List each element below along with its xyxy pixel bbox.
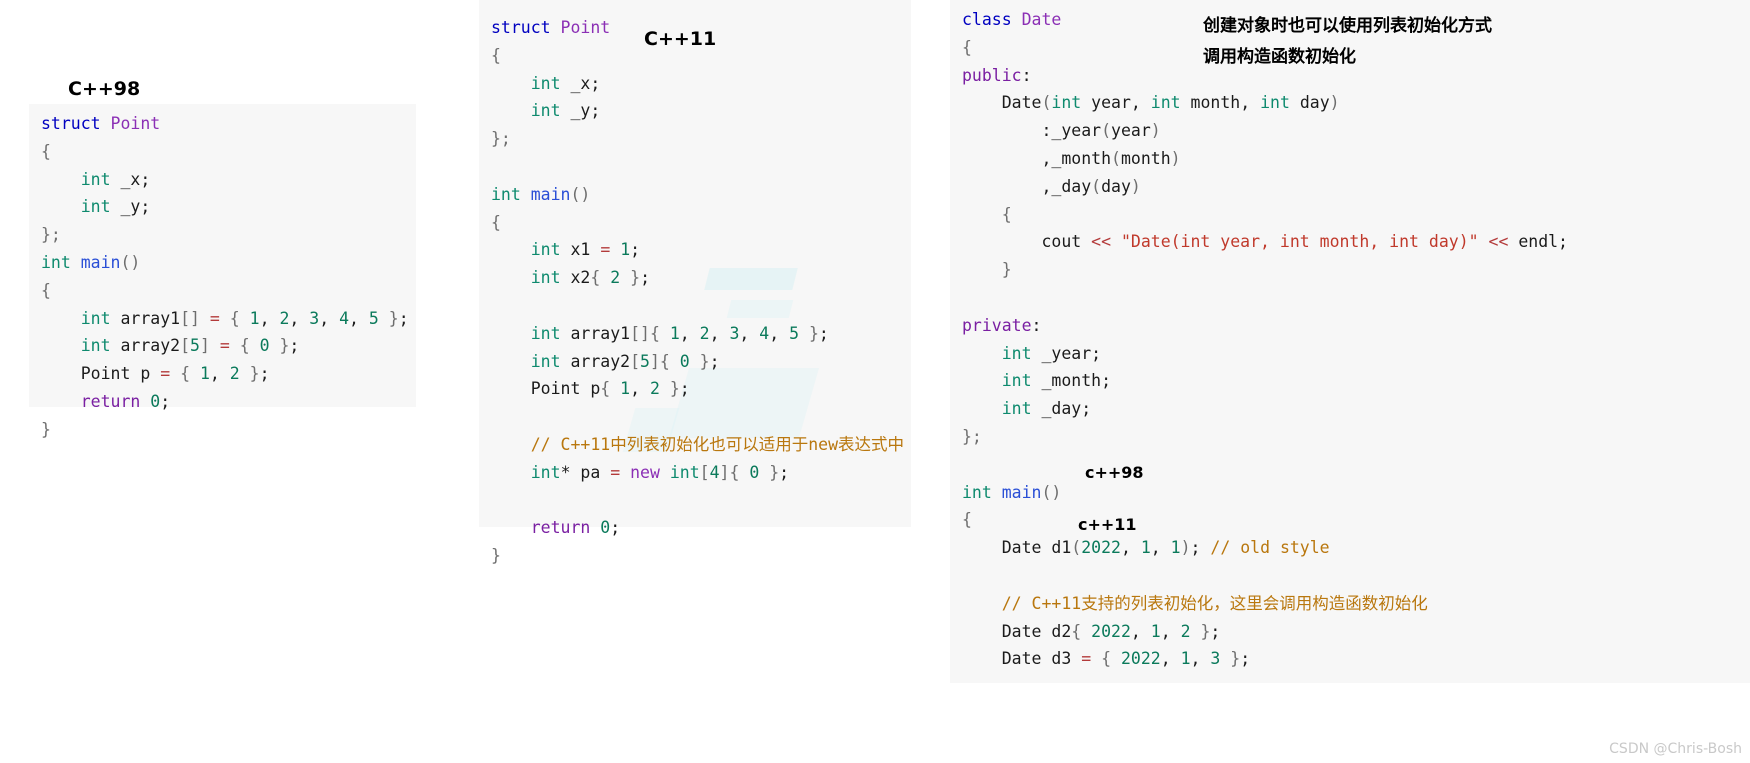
code-line: int* pa = new int[4]{ 0 }; xyxy=(530,462,790,482)
callout-cpp98-right: c++98 xyxy=(1085,463,1144,482)
code-line: Point p{ 1, 2 }; xyxy=(491,379,690,399)
code-line: int _y; xyxy=(80,197,151,217)
code-line: int _x; xyxy=(530,73,601,93)
code-line: int x2{ 2 }; xyxy=(530,268,650,288)
code-line: // C++11中列表初始化也可以适用于new表达式中 xyxy=(491,434,905,454)
code-line: Date(int year, int month, int day) xyxy=(962,93,1340,113)
code-panel-cpp11: struct Point{ int _x; int _y;}; int main… xyxy=(479,0,911,565)
code-line: int main() xyxy=(41,252,141,272)
code-line: { xyxy=(41,141,51,161)
code-line: { xyxy=(491,212,501,232)
code-line: int _x; xyxy=(80,169,151,189)
code-line: return 0; xyxy=(80,391,171,411)
code-line: :_year(year) xyxy=(962,121,1161,141)
code-panel-date-class: class Date{public: Date(int year, int mo… xyxy=(950,0,1750,683)
code-line: int _month; xyxy=(1001,371,1112,391)
code-block-cpp98: struct Point { int _x; int _y;}; int main(… xyxy=(29,104,416,444)
code-line: int array1[]{ 1, 2, 3, 4, 5 }; xyxy=(530,323,829,343)
annotation-right-line1: 创建对象时也可以使用列表初始化方式 xyxy=(1203,16,1492,36)
code-line: } xyxy=(41,419,51,439)
code-line: int _y; xyxy=(530,101,601,121)
callout-cpp98-left: C++98 xyxy=(68,78,141,100)
code-line: }; xyxy=(491,129,511,149)
code-line: Date d2{ 2022, 1, 2 }; xyxy=(962,621,1221,641)
code-line: Point p = { 1, 2 }; xyxy=(41,364,270,384)
watermark: CSDN @Chris-Bosh xyxy=(1609,741,1742,757)
callout-cpp11-middle: C++11 xyxy=(644,28,717,50)
code-line: int _day; xyxy=(1001,399,1092,419)
code-line: int main() xyxy=(491,184,591,204)
code-line: { xyxy=(962,37,972,57)
code-line: int array2[5] = { 0 }; xyxy=(80,336,300,356)
code-line: } xyxy=(962,260,1012,280)
code-line: cout << "Date(int year, int month, int d… xyxy=(962,232,1568,252)
code-line: ,_month(month) xyxy=(962,148,1181,168)
code-line: public: xyxy=(962,65,1032,85)
code-line: } xyxy=(491,546,501,566)
code-line: // C++11支持的列表初始化，这里会调用构造函数初始化 xyxy=(962,593,1428,613)
code-line: Date d3 = { 2022, 1, 3 }; xyxy=(962,649,1251,669)
code-block-cpp11: struct Point{ int _x; int _y;}; int main… xyxy=(479,0,911,570)
code-line: int main() xyxy=(962,482,1062,502)
code-line: { xyxy=(962,204,1012,224)
callout-cpp11-right: c++11 xyxy=(1078,515,1137,534)
code-line: private: xyxy=(962,315,1042,335)
code-line: int x1 = 1; xyxy=(530,240,641,260)
code-panel-cpp98: struct Point { int _x; int _y;}; int main(… xyxy=(29,104,416,439)
code-block-date-class: class Date{public: Date(int year, int mo… xyxy=(950,0,1750,683)
code-line: int _year; xyxy=(1001,343,1102,363)
code-line: }; xyxy=(41,225,61,245)
code-line: { xyxy=(41,280,51,300)
annotation-right-line2: 调用构造函数初始化 xyxy=(1203,47,1356,67)
code-line: int array2[5]{ 0 }; xyxy=(530,351,720,371)
code-line: int array1[] = { 1, 2, 3, 4, 5 }; xyxy=(80,308,409,328)
code-line: ,_day(day) xyxy=(962,176,1141,196)
code-line: return 0; xyxy=(530,518,621,538)
code-line: Date d1(2022, 1, 1); // old style xyxy=(962,538,1330,558)
code-line: }; xyxy=(962,426,982,446)
code-line: struct Point xyxy=(41,114,161,133)
